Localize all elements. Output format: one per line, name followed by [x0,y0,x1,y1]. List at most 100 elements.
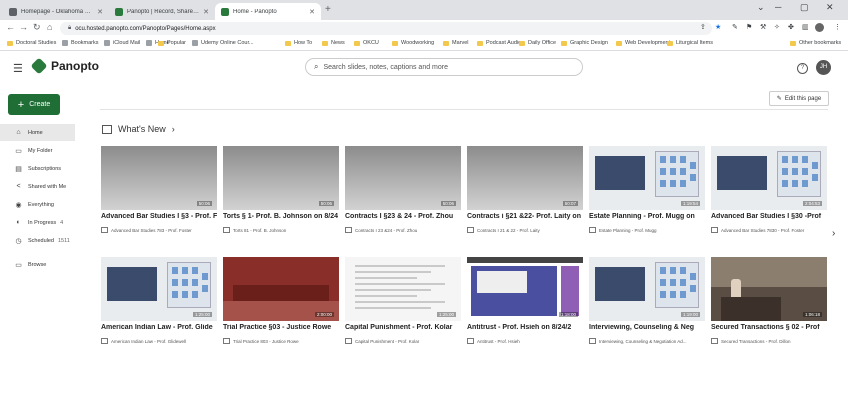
bookmark-item[interactable]: Marvel [443,40,469,46]
session-title[interactable]: Advanced Bar Studies I §3 - Prof. Foster [101,213,217,220]
folder-name: Contracts I 23 &24 - Prof. Zhou [355,227,418,233]
bookmark-item[interactable]: News [322,40,345,46]
extension-icon[interactable]: ✎ [732,23,738,31]
browser-tab-2[interactable]: Panopto | Record, Share, and Ma... ✕ [109,3,215,20]
sidebar-item-count: 1511 [58,237,70,244]
profile-avatar-icon[interactable] [815,23,824,32]
session-title[interactable]: Trial Practice §03 - Justice Rowe [223,324,339,331]
extension-icon[interactable]: ✧ [774,23,780,31]
session-folder[interactable]: Antitrust - Prof. Hsieh [467,338,583,344]
session-thumbnail[interactable]: 1:06:18 [711,257,827,321]
bookmark-item[interactable]: Daily Office [519,40,556,46]
hamburger-menu-icon[interactable]: ☰ [13,62,23,75]
session-thumbnail[interactable]: 50:06 [223,146,339,210]
whats-new-header[interactable]: What's New › [102,124,175,134]
sidebar-item-home[interactable]: ⌂ Home [0,124,75,141]
session-folder[interactable]: Advanced Bar Studies 783 - Prof. Foster [101,227,217,233]
session-thumbnail[interactable]: 1:19:00 [589,257,705,321]
back-icon[interactable]: ← [6,22,15,32]
extension-icon[interactable]: ⚑ [746,23,752,31]
sidepanel-icon[interactable]: ▥ [802,23,809,31]
browser-tab-1[interactable]: Homepage - Oklahoma City Univ... ✕ [3,3,109,20]
close-icon[interactable]: ✕ [203,8,209,16]
session-title[interactable]: Estate Planning - Prof. Mugg on [589,213,705,220]
bookmark-star-icon[interactable]: ★ [715,23,721,31]
folder-icon [561,40,567,46]
session-folder[interactable]: Torts 81 - Prof. B. Johnson [223,227,339,233]
bookmark-item[interactable]: Graphic Design [561,40,608,46]
other-bookmarks[interactable]: Other bookmarks [790,40,841,46]
puzzle-icon[interactable]: ✤ [788,23,794,31]
sidebar-item-shared-with-me[interactable]: < Shared with Me [0,178,75,195]
minimize-icon[interactable]: ─ [775,2,781,12]
session-thumbnail[interactable]: 1:25:00 [101,257,217,321]
bookmark-label: Daily Office [528,40,557,46]
help-icon[interactable]: ? [797,63,808,74]
session-thumbnail[interactable]: 2:00:00 [223,257,339,321]
session-thumbnail[interactable]: 50:06 [101,146,217,210]
bookmark-item[interactable]: Podcast Audio [477,40,521,46]
bookmark-item[interactable]: Liturgical Items [667,40,713,46]
close-icon[interactable]: ✕ [309,8,315,16]
folder-icon [711,227,718,233]
sidebar-item-everything[interactable]: ◉ Everything [0,196,75,213]
session-thumbnail[interactable]: 50:07 [467,146,583,210]
bookmark-item[interactable]: Bookmarks [62,40,99,46]
user-avatar[interactable]: JH [816,60,831,75]
close-icon[interactable]: ✕ [97,8,103,16]
session-title[interactable]: Interviewing, Counseling & Neg [589,324,705,331]
menu-kebab-icon[interactable]: ⋮ [834,23,841,31]
create-button[interactable]: + Create [8,94,60,115]
session-title[interactable]: Contracts i §21 &22- Prof. Laity on [467,213,583,220]
address-bar[interactable]: 🔒︎ ocu.hosted.panopto.com/Panopto/Pages/… [60,22,712,35]
session-folder[interactable]: Contracts I 21 & 22 - Prof. Laity [467,227,583,233]
home-icon[interactable]: ⌂ [47,22,52,32]
session-title[interactable]: Capital Punishment - Prof. Kolar [345,324,461,331]
bookmark-item[interactable]: Woodworking [392,40,434,46]
bookmark-item[interactable]: iCloud Mail [104,40,140,46]
session-title[interactable]: Secured Transactions § 02 - Prof [711,324,827,331]
sidebar-item-subscriptions[interactable]: ▤ Subscriptions [0,160,75,177]
search-input[interactable]: ⌕ Search slides, notes, captions and mor… [305,58,583,76]
extension-icon[interactable]: ⚒ [760,23,766,31]
session-title[interactable]: Contracts I §23 & 24 - Prof. Zhou [345,213,461,220]
bookmark-item[interactable]: Doctoral Studies [7,40,56,46]
bookmark-item[interactable]: How To [285,40,312,46]
sidebar-item-my-folder[interactable]: ▭ My Folder [0,142,75,159]
bookmark-item[interactable]: Popular [158,40,186,46]
browser-tab-3[interactable]: Home - Panopto ✕ [215,3,321,20]
bookmark-item[interactable]: OKCU [354,40,379,46]
session-folder[interactable]: Secured Transactions - Prof. Dillon [711,338,827,344]
next-page-arrow-icon[interactable]: › [832,228,835,239]
session-thumbnail[interactable]: 1:19:54 [589,146,705,210]
session-folder[interactable]: Contracts I 23 &24 - Prof. Zhou [345,227,461,233]
sidebar-item-browse[interactable]: ▭ Browse [0,256,75,273]
sidebar-item-in-progress[interactable]: ◐ In Progress 4 [0,214,75,231]
close-window-icon[interactable]: ✕ [826,2,834,13]
session-folder[interactable]: Advanced Bar Studies 7830 - Prof. Foster [711,227,827,233]
session-title[interactable]: Antitrust - Prof. Hsieh on 8/24/2 [467,324,583,331]
session-folder[interactable]: Trial Practice 803 - Justice Rowe [223,338,339,344]
tab-search-icon[interactable]: ⌄ [757,2,765,13]
new-tab-icon[interactable]: + [325,4,331,15]
share-icon[interactable]: ⇪ [700,23,706,31]
sidebar-item-scheduled[interactable]: ◷ Scheduled 1511 [0,232,75,249]
session-folder[interactable]: Estate Planning - Prof. Mugg [589,227,705,233]
bookmark-item[interactable]: Web Development [616,40,670,46]
edit-page-button[interactable]: ✎ Edit this page [769,91,829,106]
maximize-icon[interactable]: ▢ [800,2,809,13]
session-thumbnail[interactable]: 2:04:53 [711,146,827,210]
bookmark-item[interactable]: Udemy Online Cour... [192,40,254,46]
session-title[interactable]: Torts § 1- Prof. B. Johnson on 8/24 [223,213,339,220]
session-folder[interactable]: American Indian Law - Prof. Glidewell [101,338,217,344]
session-folder[interactable]: Interviewing, Counseling & Negotiation A… [589,338,705,344]
session-thumbnail[interactable]: 50:06 [345,146,461,210]
reload-icon[interactable]: ↻ [33,22,41,33]
session-thumbnail[interactable]: 1:25:00 [345,257,461,321]
session-thumbnail[interactable]: 1:18:00 [467,257,583,321]
panopto-logo[interactable]: Panopto [30,57,99,75]
session-folder[interactable]: Capital Punishment - Prof. Kolar [345,338,461,344]
session-title[interactable]: Advanced Bar Studies I §30 -Prof [711,213,827,220]
forward-icon[interactable]: → [19,22,28,32]
session-title[interactable]: American Indian Law - Prof. Glide [101,324,217,331]
